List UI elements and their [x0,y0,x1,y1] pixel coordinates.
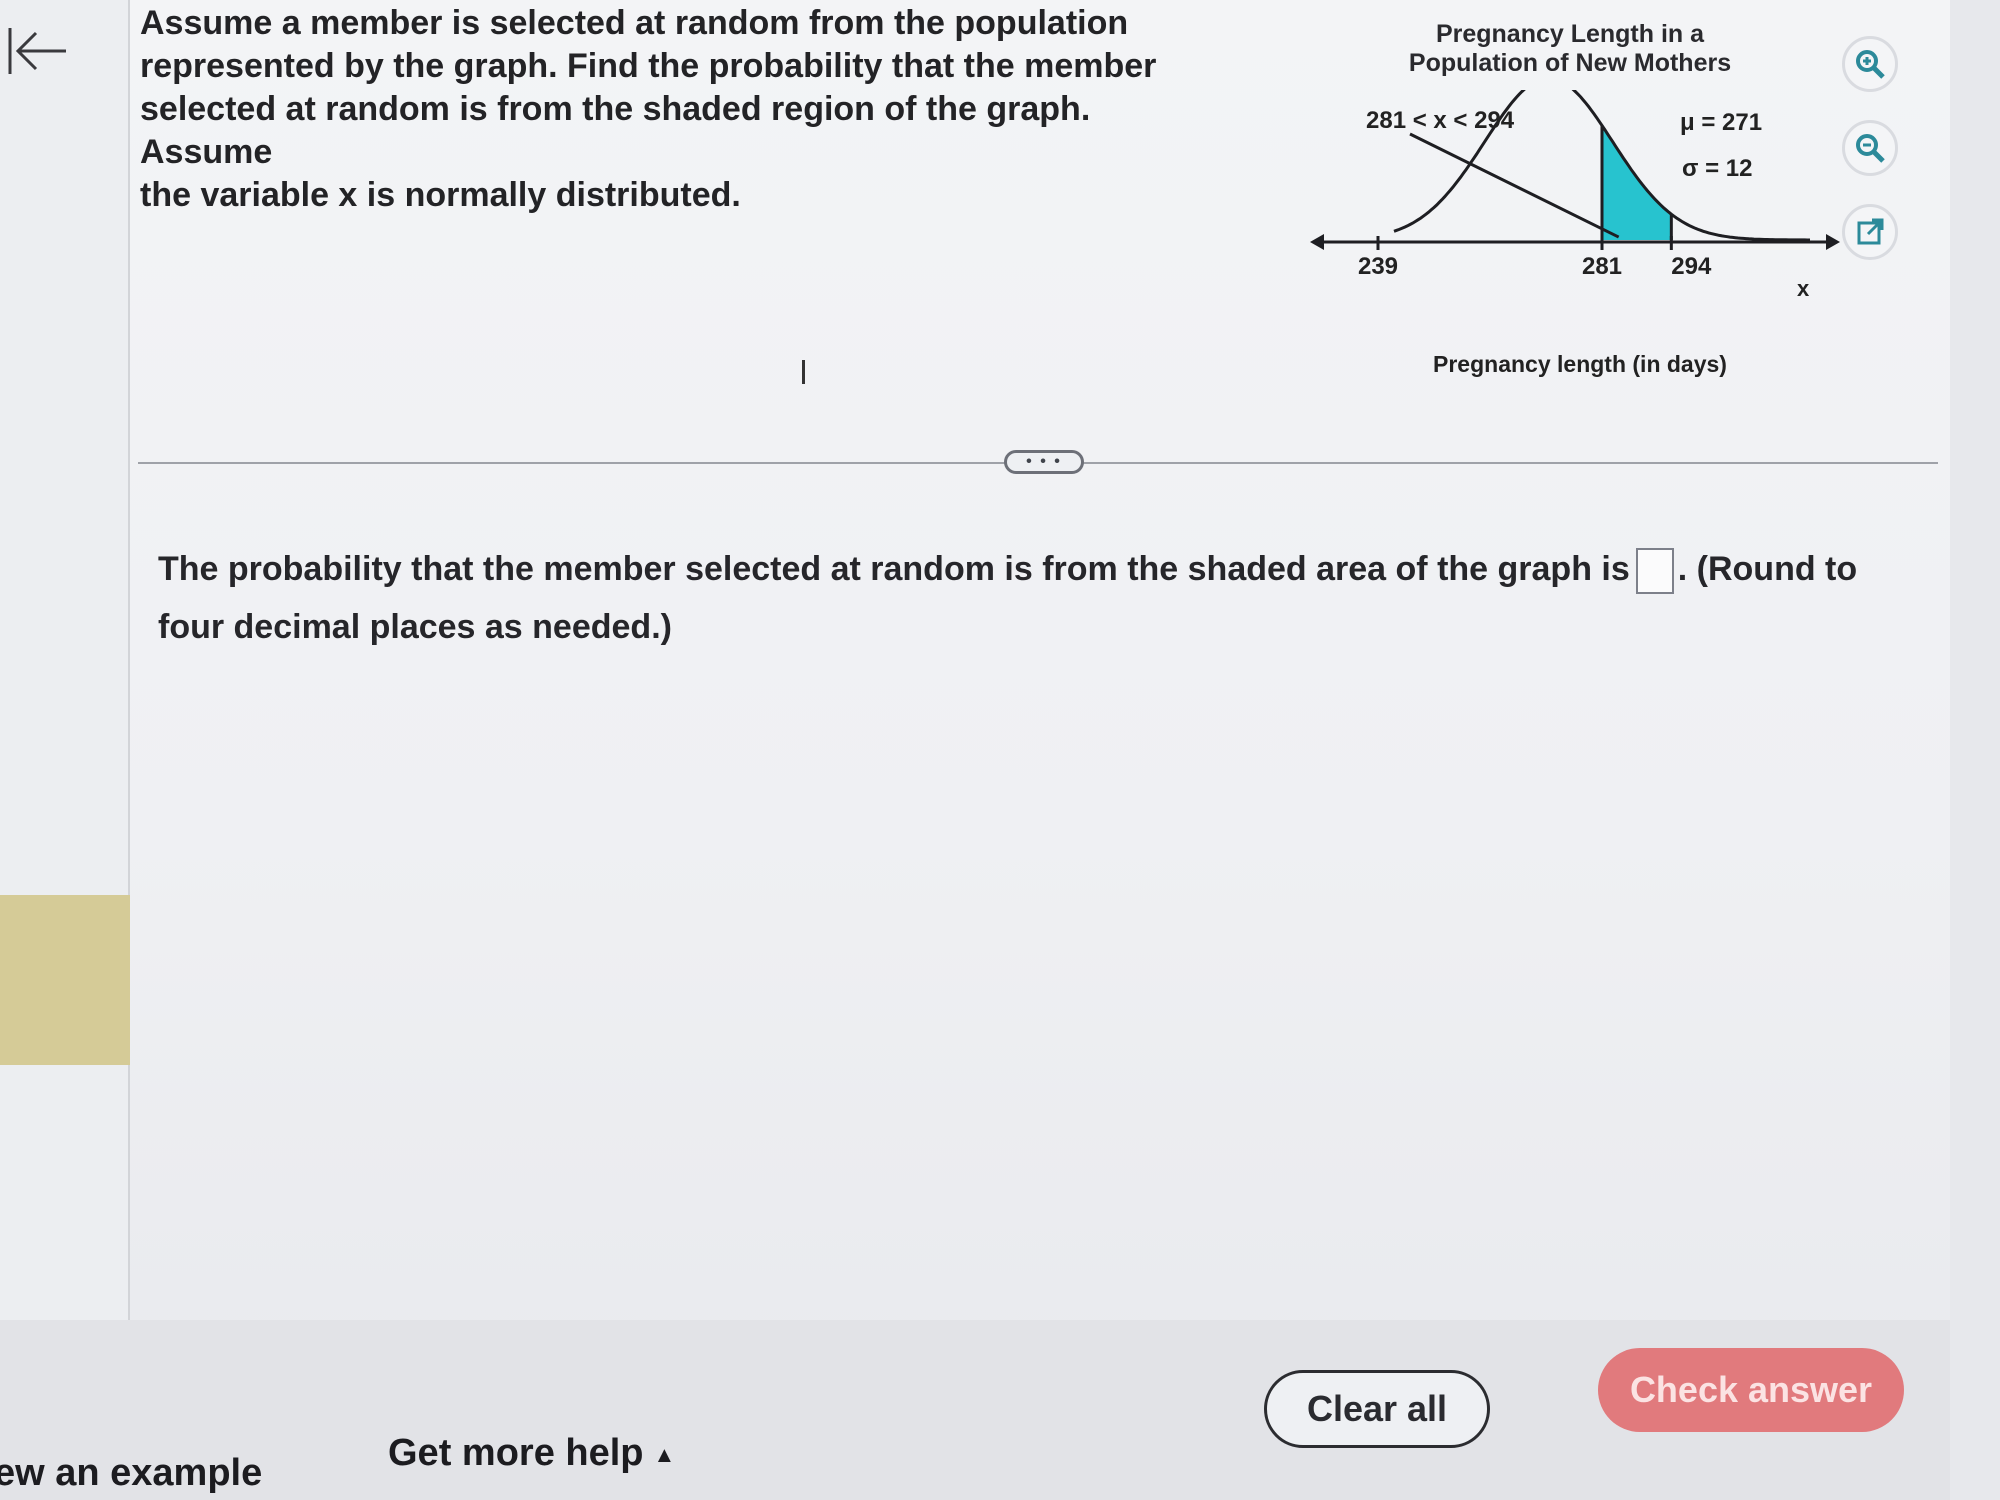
clear-all-button[interactable]: Clear all [1264,1370,1490,1448]
question-line: selected at random is from the shaded re… [140,90,1091,171]
zoom-out-button[interactable] [1842,120,1898,176]
x-axis-symbol: x [1797,276,1810,301]
question-line: the variable x is normally distributed. [140,176,741,214]
answer-prefix: The probability that the member selected… [158,550,1630,588]
x-tick-label: 294 [1671,253,1712,280]
figure-title: Pregnancy Length in a Population of New … [1370,20,1770,78]
zoom-out-icon [1856,134,1885,163]
question-line: represented by the graph. Find the proba… [140,47,1157,85]
x-axis-label: Pregnancy length (in days) [1433,351,1727,377]
get-more-help-link[interactable]: Get more help ▲ [388,1432,675,1475]
expand-handle[interactable]: • • • [1004,450,1084,474]
region-label: 281 < x < 294 [1366,107,1515,134]
caret-up-icon: ▲ [653,1441,676,1467]
zoom-in-icon [1856,50,1885,79]
rail-highlight [0,895,130,1065]
sigma-label: σ = 12 [1682,155,1752,182]
check-answer-button[interactable]: Check answer [1598,1348,1904,1432]
back-arrow-icon[interactable] [6,24,70,80]
figure-title-line2: Population of New Mothers [1408,49,1732,77]
question-line: Assume a member is selected at random fr… [140,4,1129,42]
popout-button[interactable] [1842,204,1898,260]
help-label: Get more help [388,1432,644,1474]
axis-arrow-left [1310,234,1324,250]
normal-curve-chart: 239 281 294 281 < x < 294 μ = 271 σ = 12 x… [1310,90,1840,377]
mu-label: μ = 271 [1680,109,1762,136]
x-tick-label: 239 [1358,253,1398,280]
view-example-link[interactable]: ew an example [0,1452,262,1495]
external-link-icon [1857,218,1884,245]
x-tick-label: 281 [1582,253,1622,280]
text-cursor [802,360,805,384]
answer-line: The probability that the member selected… [158,540,1918,656]
left-rail [0,0,130,1390]
axis-arrow-right [1826,234,1840,250]
annotation-pointer [1409,132,1620,239]
question-text: Assume a member is selected at random fr… [140,2,1200,217]
zoom-in-button[interactable] [1842,36,1898,92]
figure-title-line1: Pregnancy Length in a [1435,20,1705,48]
answer-input[interactable] [1635,548,1674,595]
